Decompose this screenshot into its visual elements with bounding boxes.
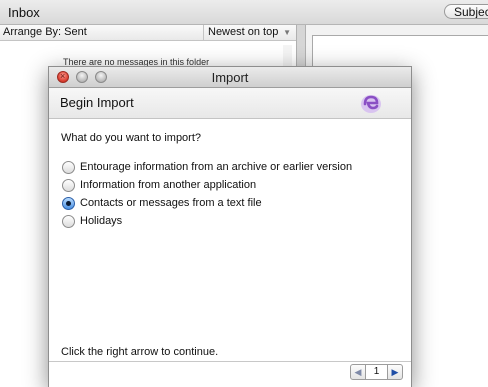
option-text-file-label: Contacts or messages from a text file: [80, 197, 262, 209]
sort-order-menu[interactable]: Newest on top ▼: [203, 25, 295, 40]
step-title: Begin Import: [60, 95, 134, 110]
footer-instruction: Click the right arrow to continue.: [61, 346, 219, 358]
entourage-logo-icon: [361, 95, 381, 113]
radio-archive[interactable]: [62, 161, 75, 174]
dialog-titlebar: × Import: [49, 67, 411, 88]
footer-divider: [49, 361, 411, 362]
step-pager: ◀ 1 ▶: [350, 364, 404, 382]
import-question: What do you want to import?: [61, 132, 202, 144]
message-list-header: Arrange By: Sent Newest on top ▼: [0, 25, 296, 41]
radio-holidays[interactable]: [62, 215, 75, 228]
option-archive-label: Entourage information from an archive or…: [80, 161, 353, 173]
radio-text-file[interactable]: [62, 197, 75, 210]
folder-title: Inbox: [8, 5, 40, 20]
radio-other-application[interactable]: [62, 179, 75, 192]
sort-arrow-icon: ▼: [283, 28, 291, 37]
mail-toolbar: Inbox Subject: [0, 0, 488, 25]
arrange-by-menu[interactable]: Arrange By: Sent: [3, 26, 87, 38]
import-options-area: What do you want to import? Entourage in…: [49, 119, 411, 359]
subject-column-button[interactable]: Subject: [444, 4, 488, 19]
step-header: Begin Import: [49, 88, 411, 119]
step-number: 1: [366, 364, 387, 380]
option-holidays-label: Holidays: [80, 215, 123, 227]
option-other-application-label: Information from another application: [80, 179, 257, 191]
import-dialog: × Import Begin Import What do you want t…: [48, 66, 412, 387]
sort-order-label: Newest on top: [208, 26, 279, 38]
dialog-title: Import: [211, 70, 249, 85]
previous-step-button[interactable]: ◀: [350, 364, 366, 380]
next-step-button[interactable]: ▶: [387, 364, 403, 380]
radio-selected-dot: [66, 201, 71, 206]
